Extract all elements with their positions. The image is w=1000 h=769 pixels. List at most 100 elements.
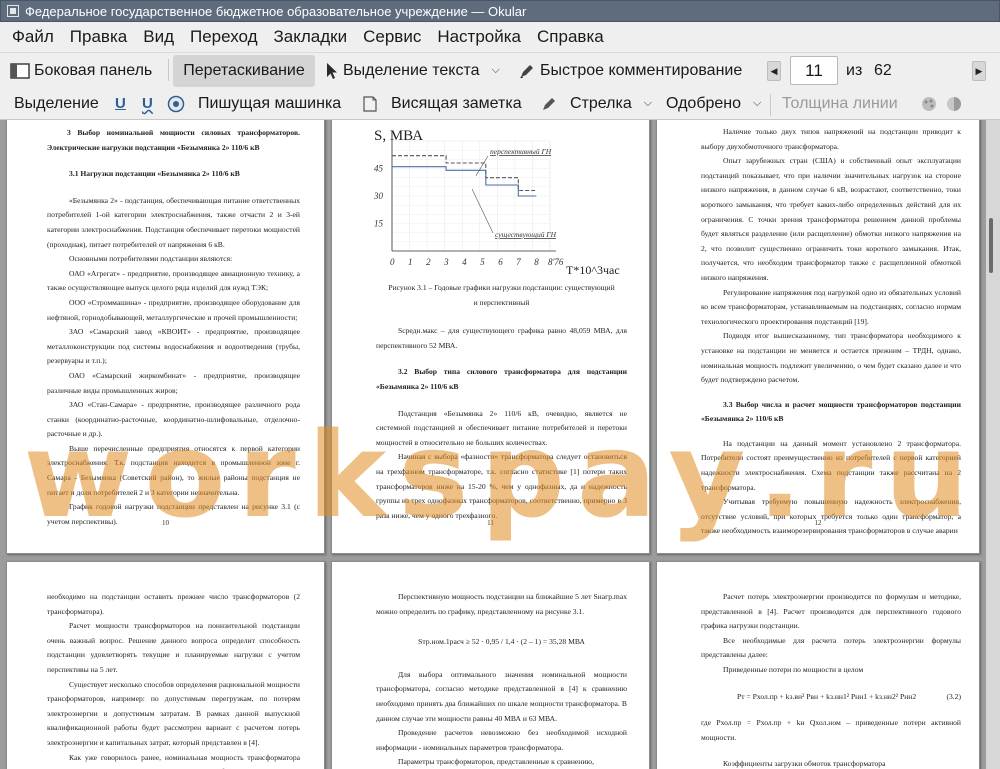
paragraph: Все необходимые для расчета потерь элект… (701, 635, 961, 660)
opacity-icon (947, 96, 961, 111)
pinned-note-button[interactable]: Висящая заметка (362, 88, 522, 119)
chevron-down-icon[interactable]: ⌵ (492, 64, 500, 77)
drag-mode-label: Перетаскивание (183, 62, 305, 79)
pinned-note-label: Висящая заметка (391, 94, 522, 112)
menu-file[interactable]: Файл (4, 24, 62, 50)
menu-settings[interactable]: Настройка (429, 24, 529, 50)
line-width-label: Толщина линии (782, 94, 898, 112)
paragraph: Как уже говорилось ранее, номинальная мо… (47, 752, 300, 769)
paragraph: Выше перечисленные предприятия относятся… (47, 443, 300, 497)
previous-page-button[interactable]: ◀ (767, 61, 781, 81)
chart-x-tick-label: 1 (408, 257, 413, 267)
page-number-input[interactable]: 11 (790, 56, 838, 85)
menu-help[interactable]: Справка (529, 24, 612, 50)
paragraph: Регулирование напряжения под нагрузкой о… (701, 287, 961, 326)
opacity-button[interactable] (945, 88, 963, 119)
line-width-button[interactable]: Толщина линии (782, 88, 898, 119)
chevron-down-icon[interactable]: ⌵ (644, 97, 652, 110)
approved-label: Одобрено (666, 94, 742, 112)
page-15: Расчет потерь электроэнергии производитс… (656, 561, 980, 769)
paragraph: где Pхол.пр = Pхол.пр + kн Qхол.ном – пр… (701, 718, 961, 742)
chart-y-axis-label: S, МВА (374, 128, 423, 144)
page-10: 3 Выбор номинальной мощности силовых тра… (6, 120, 325, 554)
paragraph: «Безымянка 2» - подстанция, обеспечивающ… (47, 195, 300, 249)
arrow-button[interactable]: Стрелка ⌵ (540, 88, 652, 119)
page-11: S, МВА T*10^3час 0 1 2 3 4 5 6 7 8 8'76 15 30 45 пер… (331, 120, 650, 554)
chart-x-tick-label: 4 (462, 257, 467, 267)
underline-button[interactable]: U (115, 88, 126, 119)
paragraph: Существует несколько способов определени… (47, 679, 300, 747)
paragraph: Подстанция «Безымянка 2» 110/6 кВ, очеви… (376, 408, 627, 447)
paragraph: Опыт зарубежных стран (США) и собственны… (701, 156, 961, 282)
note-icon (363, 95, 377, 112)
stamp-button[interactable] (167, 88, 185, 119)
arrow-label: Стрелка (570, 94, 632, 112)
page-of-label: из (846, 61, 863, 79)
scrollbar-thumb[interactable] (989, 218, 993, 273)
subsection-heading: 3.1 Нагрузки подстанции «Безымянка 2» 11… (69, 169, 240, 179)
chevron-down-icon[interactable]: ⌵ (753, 97, 761, 110)
typewriter-label: Пишущая машинка (198, 94, 342, 112)
annotation-toolbar: Выделение U U Пишущая машинка Висящая за… (0, 88, 1000, 120)
chart-legend: перспективный ГН существующий ГН (471, 147, 557, 239)
paragraph: необходимо на подстанции оставить прежне… (47, 592, 300, 616)
color-button[interactable] (920, 88, 938, 119)
paragraph: На подстанции на данный момент установле… (701, 438, 961, 492)
chart-y-tick-label: 45 (374, 164, 384, 174)
chart-ticks: 0 1 2 3 4 5 6 7 8 8'76153045 (373, 164, 564, 268)
title-bar: Федеральное государственное бюджетное об… (0, 0, 1000, 22)
paragraph: Наличие только двух типов напряжений на … (701, 127, 961, 151)
menu-edit[interactable]: Правка (62, 24, 135, 50)
sidebar-label: Боковая панель (34, 61, 153, 79)
paragraph: Расчет мощности трансформаторов на пониз… (47, 621, 300, 674)
window-menu-icon[interactable] (7, 5, 19, 17)
paragraph: ЗАО «Самарский завод «КВОИТ» - предприят… (47, 327, 300, 366)
underline-icon: U (115, 95, 126, 112)
approved-button[interactable]: Одобрено ⌵ (666, 88, 761, 119)
paragraph: Начиная с выбора «фазности» трансформато… (376, 452, 627, 520)
page-number: 10 (162, 519, 169, 528)
squiggle-underline-icon: U (142, 95, 153, 112)
drag-mode-button[interactable]: Перетаскивание (173, 55, 315, 87)
vertical-scrollbar[interactable] (986, 120, 1000, 769)
paragraph: ООО «Строммашина» - предприятие, произво… (47, 297, 300, 322)
menu-go[interactable]: Переход (182, 24, 266, 50)
okular-window: Федеральное государственное бюджетное об… (0, 0, 1000, 769)
stamp-icon (167, 95, 185, 112)
next-page-button[interactable]: ▶ (972, 61, 986, 81)
menu-tools[interactable]: Сервис (355, 24, 429, 50)
formula: Sтр.ном.1расч ≥ 52 · 0,95 / 1,4 · (2 – 1… (418, 637, 585, 647)
page-total-label: 62 (874, 61, 892, 79)
cursor-arrow-icon (327, 62, 337, 79)
figure-caption: Рисунок 3.1 – Годовые графики нагрузки п… (388, 283, 615, 307)
text-select-button[interactable]: Выделение текста ⌵ (326, 53, 500, 88)
chart-series-leader (471, 188, 494, 234)
text-select-label: Выделение текста (343, 61, 480, 79)
chart-x-tick-label: 0 (390, 257, 395, 267)
sidebar-button[interactable]: Боковая панель (10, 53, 152, 88)
toolbar-separator (168, 59, 169, 81)
paragraph: Подводя итог вышесказанному, тип трансфо… (701, 331, 961, 385)
paragraph: ОАО «Самарский жиркомбинат» - предприяти… (47, 370, 300, 395)
pen-icon (543, 97, 555, 110)
chart-x-tick-label: 5 (480, 257, 485, 267)
paragraph: Sсредн.макс – для существующего графика … (376, 326, 627, 350)
paragraph: Расчет потерь электроэнергии производитс… (701, 592, 961, 631)
paragraph: Коэффициенты загрузки обмоток трансформа… (723, 759, 886, 769)
quick-comment-button[interactable]: Быстрое комментирование (518, 53, 742, 88)
quick-comment-label: Быстрое комментирование (540, 61, 743, 79)
page-13: необходимо на подстанции оставить прежне… (6, 561, 325, 769)
menu-bookmarks[interactable]: Закладки (266, 24, 356, 50)
chart-x-tick-label: 2 (426, 257, 431, 267)
document-view[interactable]: 3 Выбор номинальной мощности силовых тра… (0, 120, 1000, 769)
typewriter-button[interactable]: Пишущая машинка (198, 88, 341, 119)
paragraph: ОАО «Агрегат» - предприятие, производяще… (47, 268, 300, 293)
formula: Pт = Pхол.пр + kз.вн² Pвн + kз.нн1² Pнн1… (737, 691, 917, 701)
select-annotation-button[interactable]: Выделение (14, 88, 99, 119)
chart-x-tick-label: 3 (443, 257, 449, 267)
annual-load-chart: S, МВА T*10^3час 0 1 2 3 4 5 6 7 8 8'76153045 пер… (373, 128, 620, 277)
squiggle-button[interactable]: U (142, 88, 153, 119)
paragraph: ЗАО «Стан-Самара» - предприятие, произво… (47, 400, 300, 439)
menu-view[interactable]: Вид (135, 24, 182, 50)
paragraph: Проведение расчетов невозможно без необх… (376, 728, 627, 752)
